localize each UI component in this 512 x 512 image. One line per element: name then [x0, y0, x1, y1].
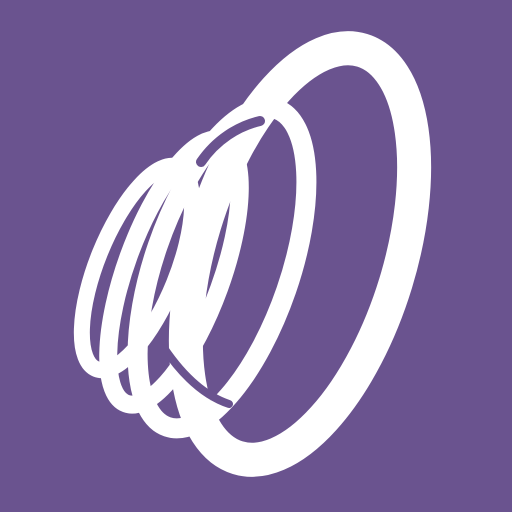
- icon-background: [0, 0, 512, 512]
- app-icon: [0, 0, 512, 512]
- spiral-rings-logo-icon: [0, 0, 512, 512]
